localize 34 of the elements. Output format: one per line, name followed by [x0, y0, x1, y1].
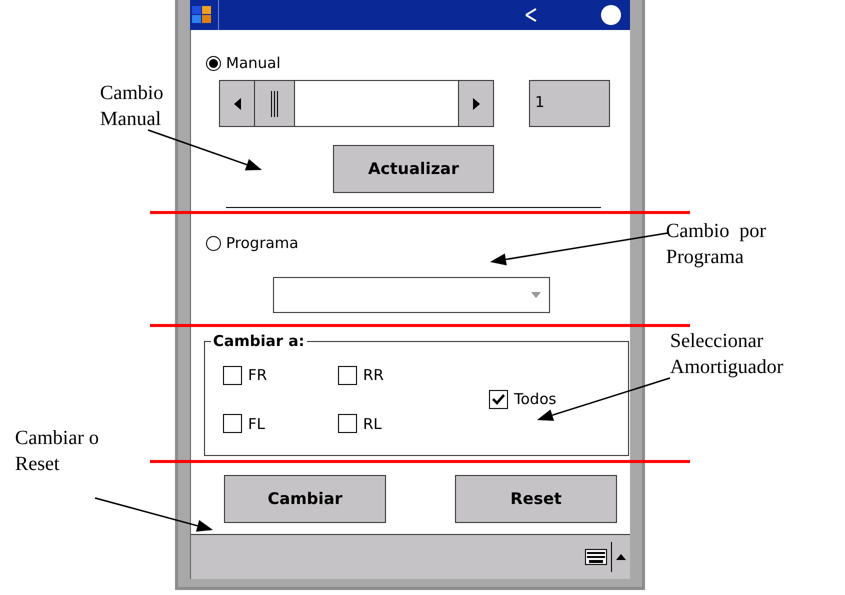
dropdown-arrow-icon — [531, 292, 541, 298]
value-field[interactable]: 1 — [529, 80, 610, 127]
radio-button[interactable] — [206, 56, 221, 70]
checkbox-row[interactable]: FR — [223, 364, 338, 386]
checkbox[interactable] — [223, 414, 242, 434]
scroll-thumb[interactable] — [255, 81, 295, 126]
checkbox[interactable] — [223, 366, 242, 385]
checkbox-label: FL — [248, 414, 265, 434]
checkbox[interactable] — [338, 366, 357, 385]
scrollbar[interactable] — [219, 80, 494, 127]
keyboard-icon[interactable] — [585, 549, 607, 565]
action-button[interactable]: Cambiar — [224, 475, 386, 523]
update-button[interactable]: Actualizar — [333, 145, 494, 193]
radio-label: Manual — [226, 52, 281, 74]
program-dropdown[interactable] — [273, 277, 550, 313]
checkbox-row[interactable]: Todos — [489, 388, 556, 410]
checkmark-icon — [492, 394, 505, 405]
checkbox-row[interactable]: RR — [338, 364, 453, 386]
start-icon — [192, 6, 212, 24]
up-arrow-icon[interactable] — [616, 554, 626, 560]
checkbox-row[interactable]: RL — [338, 412, 453, 435]
checkbox-row[interactable]: FL — [223, 412, 338, 435]
right-arrow-icon — [472, 98, 480, 110]
checkbox-label: FR — [248, 365, 268, 386]
checkbox[interactable] — [338, 414, 357, 434]
left-arrow-icon — [234, 98, 240, 110]
checkbox-label: RR — [363, 365, 384, 386]
radio-button[interactable] — [206, 236, 221, 250]
checkbox[interactable] — [489, 390, 508, 409]
action-button[interactable]: Reset — [455, 475, 617, 523]
checkbox-label: Todos — [514, 389, 556, 410]
radio-label: Programa — [226, 232, 298, 254]
ok-icon — [600, 4, 622, 26]
checkbox-label: RL — [363, 414, 382, 434]
